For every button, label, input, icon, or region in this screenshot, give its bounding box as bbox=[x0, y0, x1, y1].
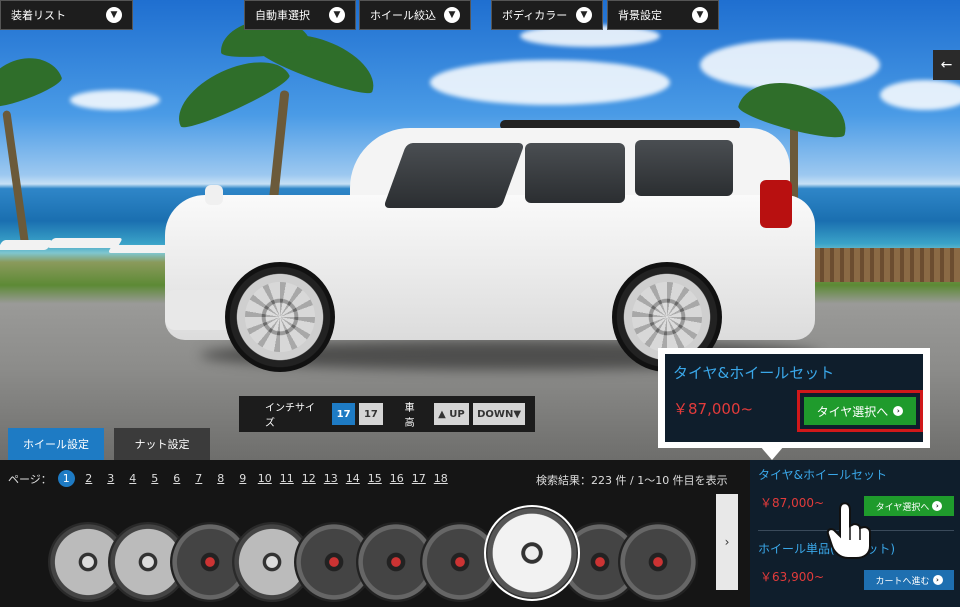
dropdown-wheel-filter[interactable]: ホイール絞込 ▼ bbox=[359, 0, 471, 30]
car-mirror bbox=[205, 185, 223, 205]
dropdown-background[interactable]: 背景設定 ▼ bbox=[607, 0, 719, 30]
chevron-down-icon: ▼ bbox=[692, 7, 708, 23]
palm-leaf bbox=[0, 47, 65, 113]
inch-size-option[interactable]: 17 bbox=[359, 403, 383, 425]
chevron-right-circle-icon: › bbox=[932, 575, 943, 585]
page-link[interactable]: 13 bbox=[323, 472, 339, 485]
tab-nut-settings[interactable]: ナット設定 bbox=[114, 428, 210, 460]
page-link[interactable]: 5 bbox=[147, 472, 163, 485]
hand-pointer-icon bbox=[826, 502, 871, 559]
up-label: UP bbox=[449, 408, 465, 420]
arrow-up-icon: ▲ bbox=[438, 408, 446, 420]
wheel-thumbnail-strip bbox=[40, 500, 720, 607]
car-window bbox=[635, 140, 733, 196]
dropdown-label: 背景設定 bbox=[618, 9, 662, 22]
select-tire-button[interactable]: タイヤ選択へ › bbox=[864, 496, 954, 516]
callout-title: タイヤ&ホイールセット bbox=[673, 364, 835, 382]
search-results-count: 検索結果：223 件 / 1〜10 件目を表示 bbox=[536, 474, 728, 487]
dropdown-body-color[interactable]: ボディカラー ▼ bbox=[491, 0, 603, 30]
wheel-thumbnail-selected[interactable] bbox=[484, 505, 580, 601]
single-price: ￥63,900~ bbox=[760, 570, 825, 584]
page-link[interactable]: 18 bbox=[433, 472, 449, 485]
inch-size-label: インチサイズ bbox=[265, 403, 315, 429]
palm-tree-trunk bbox=[2, 110, 30, 250]
page-link[interactable]: 3 bbox=[103, 472, 119, 485]
dropdown-car-select[interactable]: 自動車選択 ▼ bbox=[244, 0, 356, 30]
chevron-down-icon: ▼ bbox=[444, 7, 460, 23]
back-button[interactable]: ← bbox=[933, 50, 960, 80]
page-link[interactable]: 14 bbox=[345, 472, 361, 485]
car-front-wheel bbox=[225, 262, 335, 372]
cloud bbox=[880, 80, 960, 110]
wheel-thumbnail[interactable] bbox=[618, 522, 698, 602]
dropdown-label: ホイール絞込 bbox=[370, 9, 436, 22]
height-down-button[interactable]: DOWN ▼ bbox=[473, 403, 526, 425]
dropdown-label: 装着リスト bbox=[11, 9, 66, 22]
beach-chair bbox=[0, 240, 53, 250]
cloud bbox=[430, 60, 670, 105]
chevron-down-icon: ▼ bbox=[106, 7, 122, 23]
dropdown-label: ボディカラー bbox=[502, 9, 568, 22]
cloud bbox=[70, 90, 160, 110]
page-link[interactable]: 12 bbox=[301, 472, 317, 485]
callout-price: ￥87,000~ bbox=[673, 400, 754, 418]
set-price: ￥87,000~ bbox=[760, 496, 825, 510]
beach-chair bbox=[107, 245, 173, 253]
page-link[interactable]: 8 bbox=[213, 472, 229, 485]
callout-select-tire-button[interactable]: タイヤ選択へ › bbox=[804, 397, 916, 425]
select-tire-label: タイヤ選択へ bbox=[875, 502, 930, 513]
pagination-label: ページ： bbox=[8, 472, 52, 486]
arrow-down-icon: ▼ bbox=[513, 408, 522, 420]
page-link[interactable]: 2 bbox=[81, 472, 97, 485]
tab-wheel-settings[interactable]: ホイール設定 bbox=[8, 428, 104, 460]
page-link[interactable]: 1 bbox=[57, 470, 75, 487]
ride-height-label: 車高 bbox=[404, 403, 415, 429]
callout-pointer bbox=[760, 446, 784, 460]
chevron-right-circle-icon: › bbox=[893, 406, 904, 416]
page-link[interactable]: 4 bbox=[125, 472, 141, 485]
wooden-fence bbox=[790, 248, 960, 282]
chevron-down-icon: ▼ bbox=[329, 7, 345, 23]
pagination: ページ： 1 2 3 4 5 6 7 8 9 10 11 12 13 14 15… bbox=[8, 470, 449, 487]
car-window bbox=[525, 143, 625, 203]
arrow-left-icon: ← bbox=[940, 57, 953, 73]
page-link[interactable]: 10 bbox=[257, 472, 273, 485]
size-height-bar: インチサイズ 17 17 車高 ▲ UP DOWN ▼ bbox=[239, 396, 535, 432]
chevron-right-icon: › bbox=[724, 535, 730, 549]
dropdown-label: 自動車選択 bbox=[255, 9, 310, 22]
car-window bbox=[383, 143, 525, 208]
strip-next-button[interactable]: › bbox=[716, 494, 738, 590]
dropdown-install-list[interactable]: 装着リスト ▼ bbox=[0, 0, 133, 30]
page-link[interactable]: 7 bbox=[191, 472, 207, 485]
car-taillight bbox=[760, 180, 792, 228]
inch-size-active[interactable]: 17 bbox=[331, 403, 356, 425]
set-title: タイヤ&ホイールセット bbox=[758, 468, 887, 482]
height-up-button[interactable]: ▲ UP bbox=[433, 403, 470, 425]
page-link[interactable]: 9 bbox=[235, 472, 251, 485]
chevron-down-icon: ▼ bbox=[576, 7, 592, 23]
callout-button-label: タイヤ選択へ bbox=[816, 404, 889, 419]
go-to-cart-label: カートへ進む bbox=[875, 576, 930, 587]
go-to-cart-button[interactable]: カートへ進む › bbox=[864, 570, 954, 590]
chevron-right-circle-icon: › bbox=[932, 501, 943, 511]
page-link[interactable]: 15 bbox=[367, 472, 383, 485]
page-link[interactable]: 17 bbox=[411, 472, 427, 485]
page-link[interactable]: 6 bbox=[169, 472, 185, 485]
page-link[interactable]: 16 bbox=[389, 472, 405, 485]
page-link[interactable]: 11 bbox=[279, 472, 295, 485]
down-label: DOWN bbox=[477, 408, 514, 420]
